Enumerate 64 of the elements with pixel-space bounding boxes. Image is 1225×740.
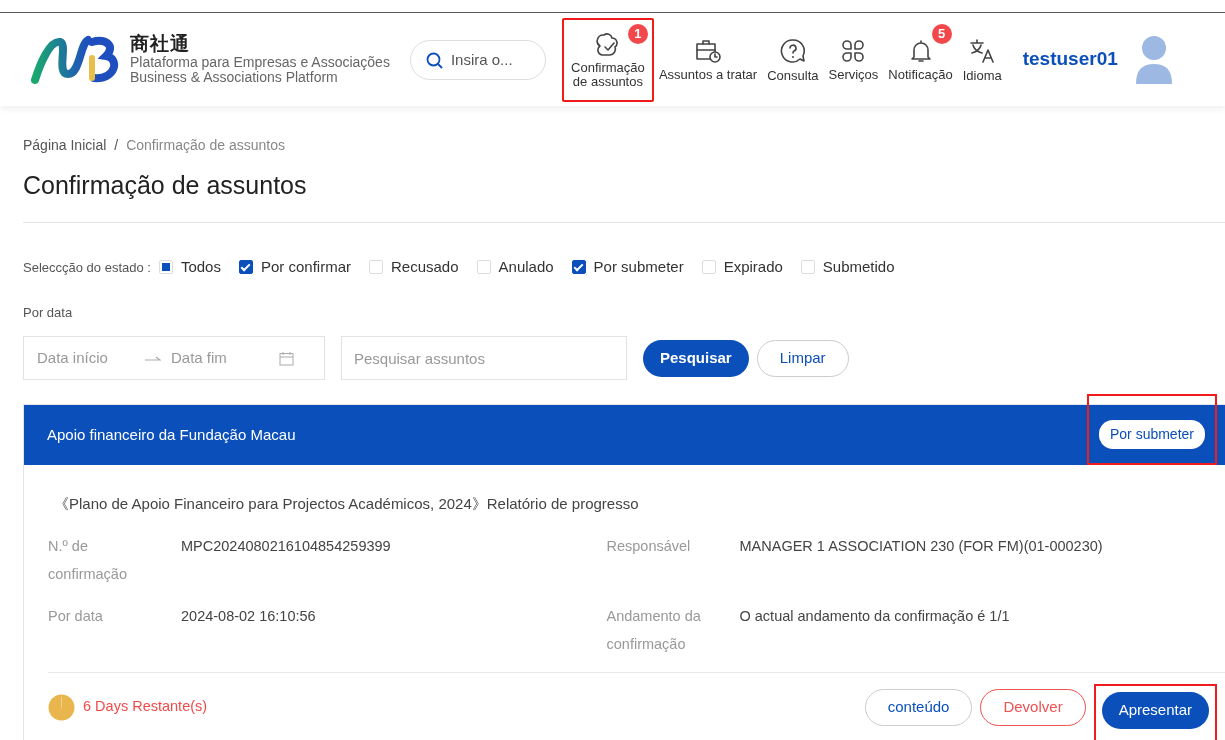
nav-icon [694, 37, 723, 64]
nav-label: Confirmação de assuntos [570, 60, 646, 89]
date-range-field[interactable]: Data início Data fim [23, 336, 325, 380]
search-icon [425, 51, 443, 69]
date-input[interactable]: Data início [35, 345, 145, 371]
notification-badge: 5 [931, 23, 952, 44]
field-value: MANAGER 1 ASSOCIATION 230 (FOR FM)(01-000230) [739, 536, 1103, 556]
search-field[interactable]: Insira o... [409, 39, 546, 80]
nav-label: Notificação [888, 67, 953, 82]
filter-label: Seleccção do estado : [23, 258, 151, 277]
nav-label: Assuntos a tratar [658, 67, 758, 82]
nav-icon [968, 36, 997, 65]
action-button[interactable]: Devolver [980, 688, 1086, 726]
nav-label: Serviços [828, 67, 879, 82]
checkbox-label[interactable]: Por submeter [593, 256, 684, 279]
date-input[interactable]: Data fim [169, 345, 279, 371]
nav-label: Idioma [962, 68, 1002, 83]
notification-badge: 1 [627, 23, 648, 44]
nav-item[interactable]: Confirmação de assuntos 1 [561, 17, 654, 102]
breadcrumb-separator: / [114, 136, 119, 155]
field-value: 2024-08-02 16:10:56 [181, 606, 316, 626]
nav-icon [840, 37, 867, 64]
breadcrumb-item: Confirmação de assuntos [126, 136, 285, 155]
nav-item[interactable]: Assuntos a tratar [653, 17, 763, 102]
card-subject: 《Plano de Apoio Financeiro para Projectos Académicos, 2024》Relatório de progresso [54, 494, 640, 514]
checkbox[interactable] [571, 260, 586, 275]
remaining-days: 6 Days Restante(s) [83, 696, 208, 718]
search-field[interactable]: Pesquisar assuntos [341, 336, 627, 380]
checkbox-label[interactable]: Por confirmar [260, 256, 351, 279]
card-title: Apoio financeiro da Fundação Macau [47, 424, 296, 445]
checkbox-label[interactable]: Recusado [391, 256, 459, 279]
timer-icon [48, 693, 75, 721]
checkbox-label[interactable]: Submetido [822, 256, 895, 279]
checkbox-label[interactable]: Expirado [723, 256, 783, 279]
checkbox[interactable] [238, 260, 253, 275]
breadcrumb-item[interactable]: Página Inicial [23, 135, 107, 156]
field-label: N.º de confirmação [48, 536, 128, 584]
nav-item[interactable]: Consulta [762, 17, 824, 102]
field-label: Responsável [606, 536, 692, 556]
checkbox-label[interactable]: Todos [180, 256, 221, 279]
field-label: Por data [48, 606, 104, 626]
brand-name: 商社通 [130, 33, 191, 55]
page-title: Confirmação de assuntos [23, 170, 308, 200]
username[interactable]: testuser01 [1022, 45, 1118, 74]
action-button[interactable]: Apresentar [1101, 691, 1209, 729]
status-tag: Por submeter [1098, 419, 1205, 449]
action-button[interactable]: conteúdo [864, 688, 973, 726]
checkbox-label[interactable]: Anulado [498, 256, 554, 279]
platform-subtitle: Plataforma para Empresas e Associações [130, 54, 390, 70]
nav-item[interactable]: Idioma [957, 17, 1007, 102]
avatar-icon[interactable] [1133, 33, 1174, 86]
field-value: MPC2024080216104854259399 [181, 536, 391, 556]
nav-icon [594, 30, 621, 57]
date-label: Por data [23, 303, 74, 322]
search-button[interactable]: Pesquisar [643, 339, 749, 377]
nav-label: Consulta [767, 68, 819, 83]
clear-button[interactable]: Limpar [756, 339, 849, 377]
nav-icon [778, 36, 807, 65]
platform-subtitle: Business & Associations Platform [130, 69, 338, 86]
field-label: Andamento da confirmação [606, 606, 702, 654]
calendar-icon [279, 350, 294, 366]
field-value: O actual andamento da confirmação é 1/1 [739, 606, 1010, 626]
nav-item[interactable]: Notificação 5 [883, 17, 958, 102]
nav-item[interactable]: Serviços [823, 17, 884, 102]
